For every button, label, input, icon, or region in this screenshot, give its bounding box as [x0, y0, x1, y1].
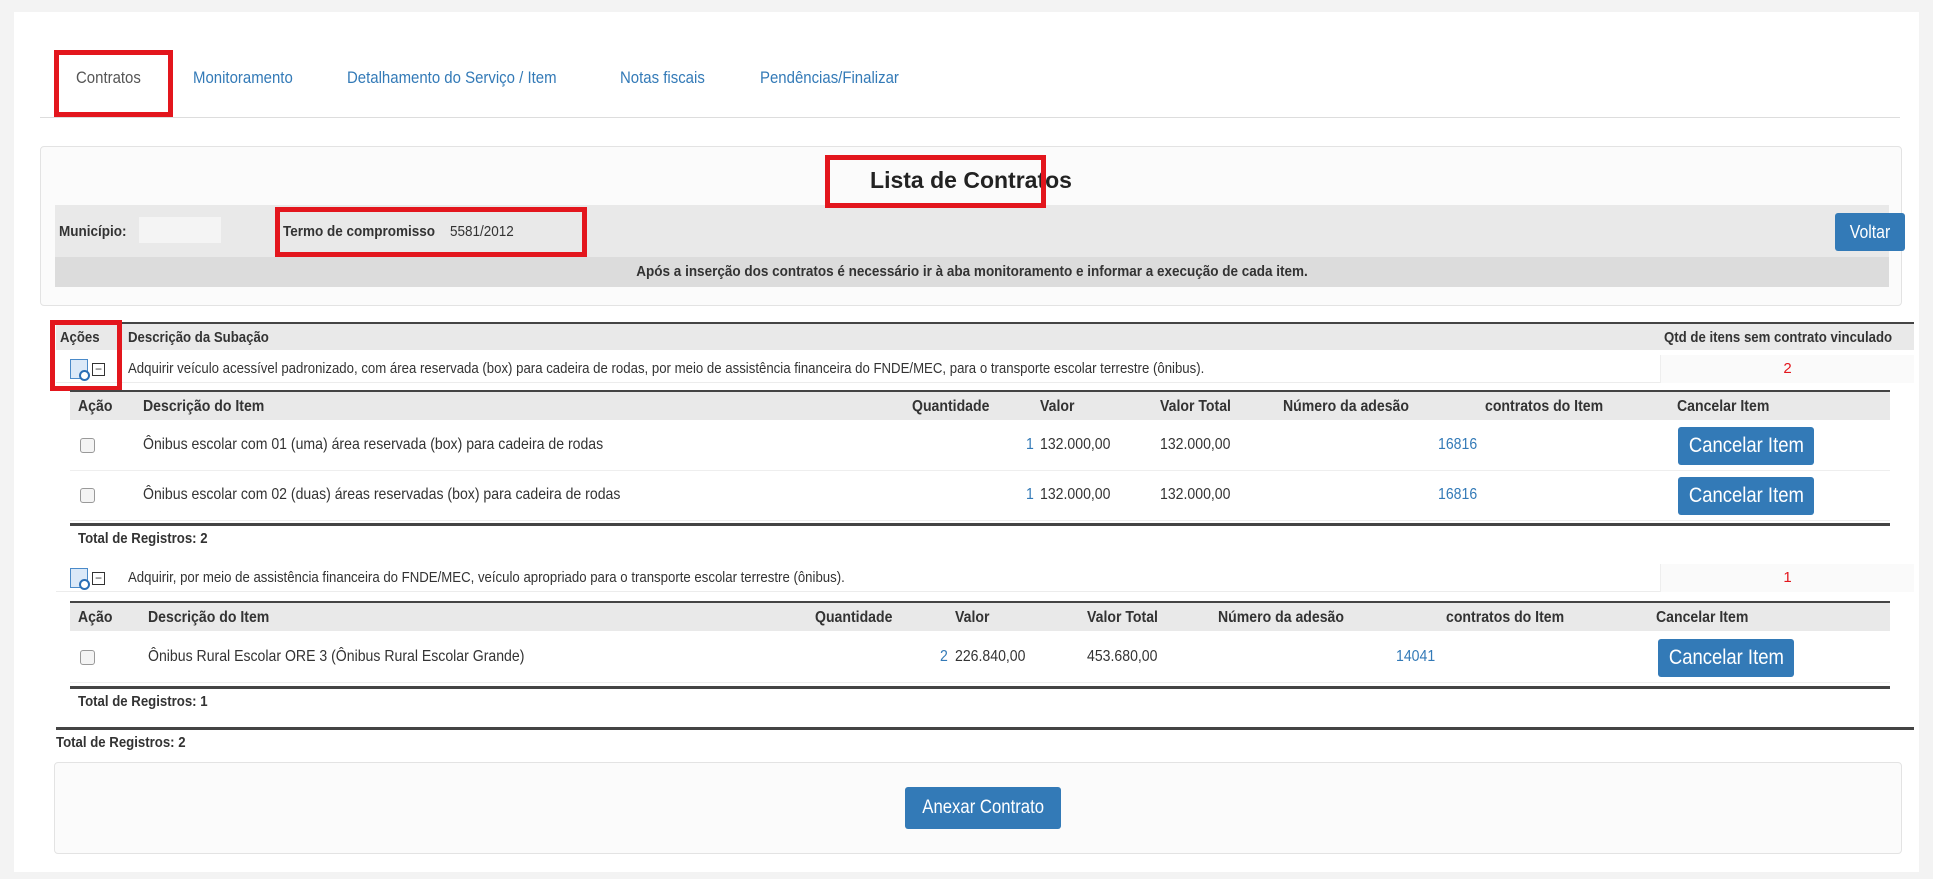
- voltar-button[interactable]: Voltar: [1835, 213, 1905, 251]
- subacao-description: Adquirir veículo acessível padronizado, …: [128, 360, 1205, 377]
- items-table-header: Ação Descrição do Item Quantidade Valor …: [70, 601, 1890, 631]
- item-row: Ônibus escolar com 01 (uma) área reserva…: [70, 421, 1890, 471]
- cancelar-item-button[interactable]: Cancelar Item: [1678, 477, 1814, 515]
- item-checkbox[interactable]: [80, 650, 95, 665]
- header-contratos-item: contratos do Item: [1446, 609, 1565, 626]
- header-numero-adesao: Número da adesão: [1218, 609, 1344, 626]
- header-valor: Valor: [955, 609, 990, 626]
- cancelar-item-button[interactable]: Cancelar Item: [1658, 639, 1794, 677]
- item-row: Ônibus Rural Escolar ORE 3 (Ônibus Rural…: [70, 633, 1890, 683]
- header-acoes: Ações: [60, 329, 100, 346]
- subacao-qtd: 1: [1660, 564, 1914, 592]
- termo-label: Termo de compromisso: [283, 223, 436, 240]
- item-quantidade: 2: [940, 648, 948, 665]
- items-total: Total de Registros: 1: [70, 686, 1890, 716]
- items-total: Total de Registros: 2: [70, 523, 1890, 553]
- item-valor: 226.840,00: [955, 648, 1026, 665]
- header-descricao-subacao: Descrição da Subação: [128, 329, 269, 346]
- item-numero-adesao[interactable]: 16816: [1438, 436, 1477, 454]
- subacao-table-header: Ações Descrição da Subação Qtd de itens …: [56, 322, 1914, 350]
- item-valor-total: 132.000,00: [1160, 486, 1231, 503]
- header-acao: Ação: [78, 609, 113, 626]
- tab-notas-fiscais[interactable]: Notas fiscais: [620, 68, 705, 88]
- info-row: Município: Termo de compromisso 5581/201…: [55, 205, 1905, 257]
- tab-contratos[interactable]: Contratos: [76, 68, 141, 88]
- contracts-panel: Lista de Contratos Município: Termo de c…: [40, 146, 1905, 306]
- tab-pendencias[interactable]: Pendências/Finalizar: [760, 68, 899, 88]
- item-valor: 132.000,00: [1040, 486, 1111, 503]
- subacao-row: − Adquirir, por meio de assistência fina…: [56, 564, 1914, 592]
- header-acao: Ação: [78, 398, 113, 415]
- header-descricao-item: Descrição do Item: [143, 398, 265, 415]
- item-description: Ônibus Rural Escolar ORE 3 (Ônibus Rural…: [148, 648, 525, 665]
- header-numero-adesao: Número da adesão: [1283, 398, 1409, 415]
- item-checkbox[interactable]: [80, 438, 95, 453]
- item-valor: 132.000,00: [1040, 436, 1111, 453]
- header-descricao-item: Descrição do Item: [148, 609, 270, 626]
- header-qtd-itens: Qtd de itens sem contrato vinculado: [1664, 329, 1893, 346]
- view-details-icon[interactable]: [70, 568, 90, 590]
- page-title: Lista de Contratos: [870, 167, 1072, 193]
- item-quantidade: 1: [1026, 486, 1034, 503]
- tab-detalhamento[interactable]: Detalhamento do Serviço / Item: [347, 68, 557, 88]
- item-valor-total: 132.000,00: [1160, 436, 1231, 453]
- collapse-icon[interactable]: −: [92, 571, 105, 585]
- header-valor-total: Valor Total: [1087, 609, 1158, 626]
- view-details-icon[interactable]: [70, 359, 90, 381]
- header-cancelar-item: Cancelar Item: [1656, 609, 1749, 626]
- termo-value: 5581/2012: [450, 223, 514, 240]
- header-valor-total: Valor Total: [1160, 398, 1231, 415]
- footer-panel: Anexar Contrato: [54, 762, 1902, 854]
- collapse-icon[interactable]: −: [92, 362, 105, 376]
- item-quantidade: 1: [1026, 436, 1034, 453]
- item-numero-adesao[interactable]: 14041: [1396, 648, 1435, 666]
- item-numero-adesao[interactable]: 16816: [1438, 486, 1477, 504]
- subacao-qtd: 2: [1660, 355, 1914, 383]
- anexar-contrato-button[interactable]: Anexar Contrato: [905, 787, 1061, 829]
- subacao-total: Total de Registros: 2: [56, 727, 1914, 757]
- item-row: Ônibus escolar com 02 (duas) áreas reser…: [70, 471, 1890, 521]
- item-description: Ônibus escolar com 01 (uma) área reserva…: [143, 436, 604, 453]
- subacao-description: Adquirir, por meio de assistência financ…: [128, 569, 845, 586]
- header-quantidade: Quantidade: [912, 398, 990, 415]
- instruction-note: Após a inserção dos contratos é necessár…: [55, 257, 1889, 287]
- tab-monitoramento[interactable]: Monitoramento: [193, 68, 293, 88]
- municipio-value: [139, 217, 221, 243]
- items-table-header: Ação Descrição do Item Quantidade Valor …: [70, 390, 1890, 420]
- header-contratos-item: contratos do Item: [1485, 398, 1604, 415]
- item-valor-total: 453.680,00: [1087, 648, 1158, 665]
- header-quantidade: Quantidade: [815, 609, 893, 626]
- header-valor: Valor: [1040, 398, 1075, 415]
- cancelar-item-button[interactable]: Cancelar Item: [1678, 427, 1814, 465]
- item-checkbox[interactable]: [80, 488, 95, 503]
- subacao-row: − Adquirir veículo acessível padronizado…: [56, 355, 1914, 383]
- item-description: Ônibus escolar com 02 (duas) áreas reser…: [143, 486, 621, 503]
- header-cancelar-item: Cancelar Item: [1677, 398, 1770, 415]
- municipio-label: Município:: [59, 223, 127, 240]
- tab-bar: Contratos Monitoramento Detalhamento do …: [40, 50, 1900, 118]
